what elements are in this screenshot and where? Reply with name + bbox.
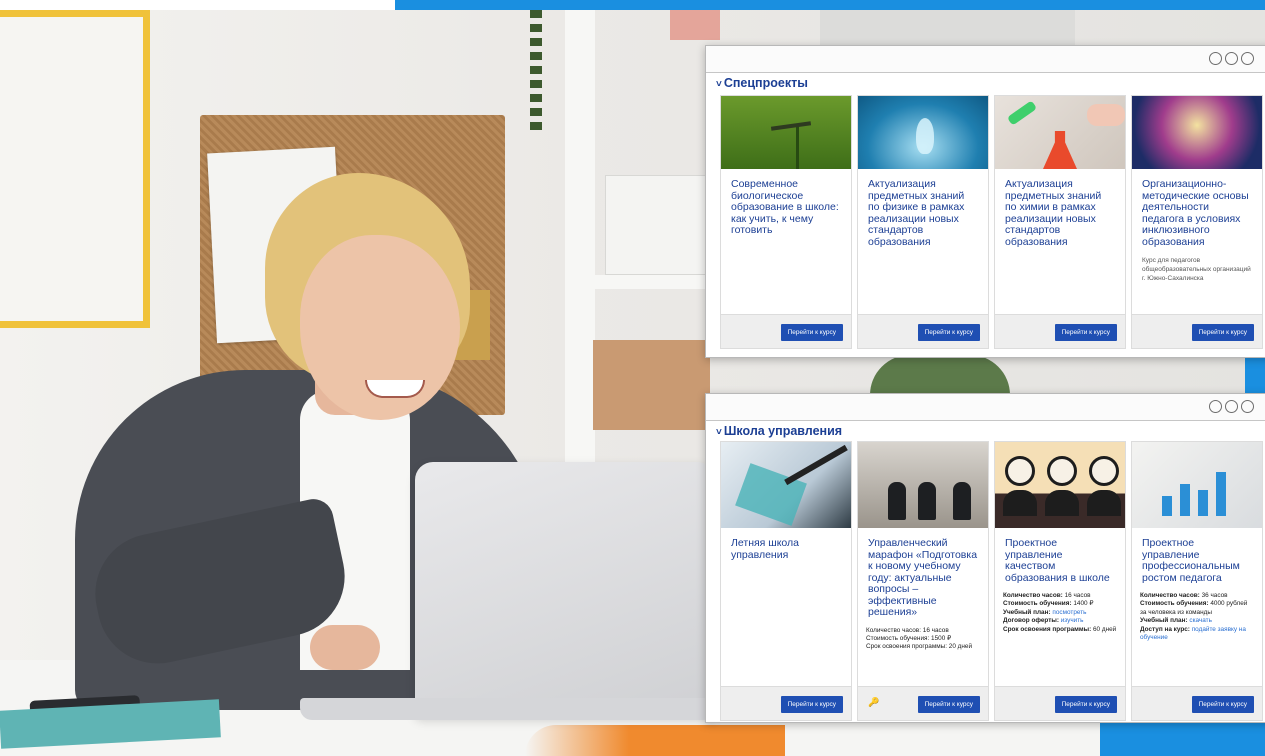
window-frame [820,10,1075,45]
course-image-dragonfly[interactable] [721,96,851,169]
course-image-charts[interactable] [1132,442,1262,528]
collapse-caret-icon[interactable]: ˅ [716,79,722,90]
card-footer: Перейти к курсу [1132,314,1262,348]
course-card[interactable]: Актуализация предметных знаний по химии … [994,95,1126,349]
offer-link[interactable]: изучить [1061,617,1084,624]
meta-price: Стоимость обучения: 1400 ₽ [1003,600,1094,608]
go-to-course-button[interactable]: Перейти к курсу [1191,696,1254,713]
course-card[interactable]: Проектное управление качеством образован… [994,441,1126,721]
course-meta: Количество часов: 16 часов Стоимость обу… [858,619,988,652]
course-image-faces[interactable] [995,442,1125,528]
window-titlebar [706,46,1265,73]
window-control-circle-icon[interactable] [1225,400,1238,413]
yellow-picture-frame [0,10,150,328]
meta-hours: Количество часов: 16 часов [866,626,949,634]
go-to-course-button[interactable]: Перейти к курсу [780,696,843,713]
course-title[interactable]: Актуализация предметных знаний по физике… [858,169,988,248]
section-title-text: Спецпроекты [723,76,808,90]
course-card-row: Летняя школа управления Перейти к курсу … [720,441,1263,721]
card-footer: Перейти к курсу [995,314,1125,348]
laptop-base [300,698,720,720]
woman-smile [365,380,425,398]
collapse-caret-icon[interactable]: ˅ [716,427,722,438]
shelf [590,275,710,289]
top-white-strip [0,0,395,10]
window-control-circle-icon[interactable] [1225,52,1238,65]
meta-price: Стоимость обучения: 4000 рублей за челов… [1140,600,1248,616]
laptop [415,462,715,717]
window-controls-icon [1209,400,1254,413]
background-plant [870,355,1010,395]
course-meta: Количество часов: 36 часов Стоимость обу… [1132,584,1262,642]
meta-duration: Срок освоения программы: 20 дней [866,643,973,651]
window-control-circle-icon[interactable] [1209,400,1222,413]
course-image-writing[interactable] [721,442,851,528]
card-footer: Перейти к курсу [1132,686,1262,720]
window-controls-icon [1209,52,1254,65]
go-to-course-button[interactable]: Перейти к курсу [1054,696,1117,713]
course-description: Курс для педагогов общеобразовательных о… [1142,257,1251,282]
go-to-course-button[interactable]: Перейти к курсу [1054,324,1117,341]
course-card[interactable]: Современное биологическое образование в … [720,95,852,349]
course-image-chemistry[interactable] [995,96,1125,169]
window-control-circle-icon[interactable] [1241,400,1254,413]
plan-link[interactable]: посмотреть [1052,609,1086,616]
course-title[interactable]: Проектное управление качеством образован… [995,528,1125,584]
brown-storage-box [593,340,710,430]
key-icon: 🔑 [868,697,880,707]
course-card-row: Современное биологическое образование в … [720,95,1263,349]
course-title[interactable]: Актуализация предметных знаний по химии … [995,169,1125,248]
plan-download-link[interactable]: скачать [1189,617,1212,624]
course-card[interactable]: Управленческий марафон «Подготовка к нов… [857,441,989,721]
go-to-course-button[interactable]: Перейти к курсу [917,696,980,713]
card-footer: Перейти к курсу [721,314,851,348]
course-title[interactable]: Управленческий марафон «Подготовка к нов… [858,528,988,619]
meta-plan: Учебный план: скачать [1140,617,1212,625]
course-card[interactable]: Актуализация предметных знаний по физике… [857,95,989,349]
window-control-circle-icon[interactable] [1209,52,1222,65]
course-title[interactable]: Организационно-методические основы деяте… [1132,169,1262,248]
course-image-runners[interactable] [858,442,988,528]
course-card[interactable]: Проектное управление профессиональным ро… [1131,441,1263,721]
course-card[interactable]: Летняя школа управления Перейти к курсу [720,441,852,721]
course-meta: Количество часов: 16 часов Стоимость обу… [995,584,1125,634]
card-footer: Перейти к курсу [995,686,1125,720]
course-title[interactable]: Летняя школа управления [721,528,851,561]
course-title[interactable]: Проектное управление профессиональным ро… [1132,528,1262,584]
top-blue-strip [395,0,1265,10]
card-footer: Перейти к курсу [858,314,988,348]
go-to-course-button[interactable]: Перейти к курсу [780,324,843,341]
course-image-crowd[interactable] [1132,96,1262,169]
go-to-course-button[interactable]: Перейти к курсу [917,324,980,341]
woman-hand [310,625,380,670]
course-title[interactable]: Современное биологическое образование в … [721,169,851,237]
section-title[interactable]: ˅ Школа управления [706,421,1265,441]
card-footer: 🔑 Перейти к курсу [858,686,988,720]
section-title-text: Школа управления [723,424,843,438]
meta-offer: Договор оферты: изучить [1003,617,1084,625]
white-storage-box [605,175,710,275]
meta-plan: Учебный план: посмотреть [1003,608,1087,616]
blue-side-accent [1245,355,1265,395]
course-card[interactable]: Организационно-методические основы деяте… [1131,95,1263,349]
orange-accent-shape [525,725,785,756]
go-to-course-button[interactable]: Перейти к курсу [1191,324,1254,341]
section-title[interactable]: ˅ Спецпроекты [706,73,1265,93]
special-projects-window: ˅ Спецпроекты Современное биологическое о… [705,45,1265,358]
card-footer: Перейти к курсу [721,686,851,720]
window-control-circle-icon[interactable] [1241,52,1254,65]
meta-access: Доступ на курс: подайте заявку на обучен… [1140,625,1246,642]
plant-pot [670,10,720,40]
hanging-plant [530,10,542,130]
meta-duration: Срок освоения программы: 60 дней [1003,625,1117,633]
course-image-water-drop[interactable] [858,96,988,169]
window-titlebar [706,394,1265,421]
management-school-window: ˅ Школа управления Летняя школа управлени… [705,393,1265,723]
